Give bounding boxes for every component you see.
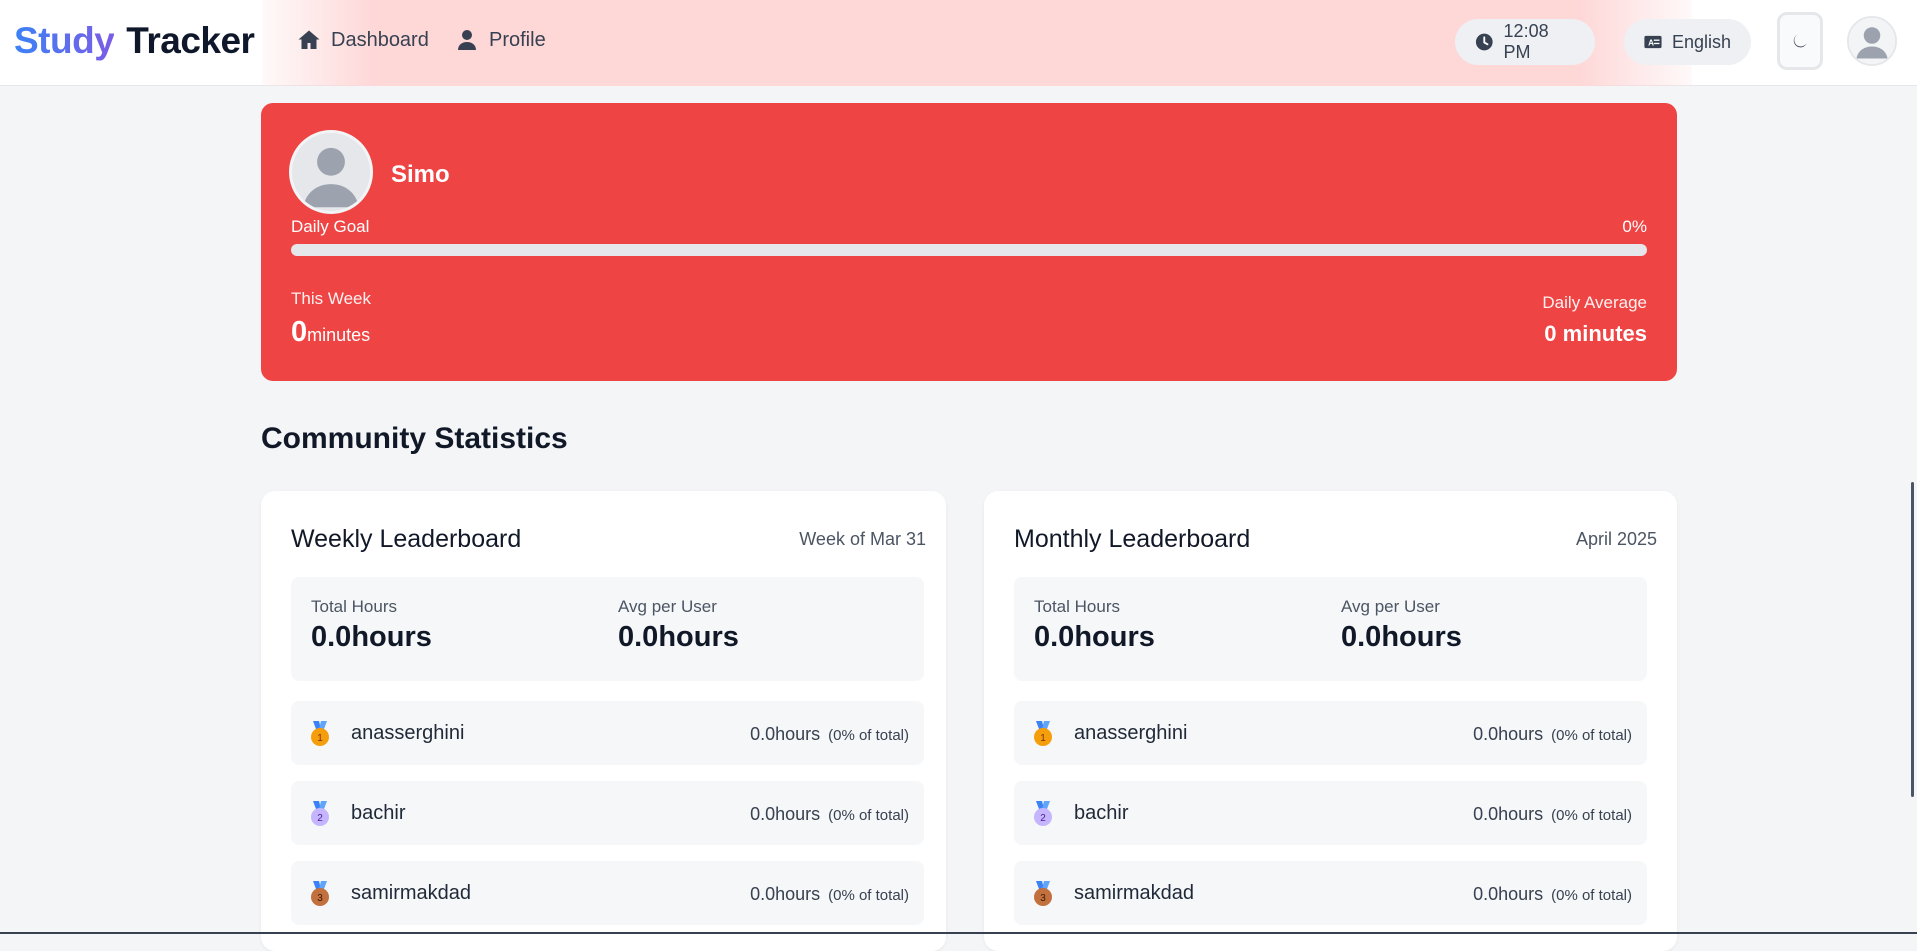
- weekly-total-label: Total Hours: [311, 597, 397, 616]
- daily-goal-progress-bar: [291, 244, 1647, 256]
- daily-average-label: Daily Average: [1542, 293, 1647, 312]
- user-icon: [458, 30, 476, 50]
- profile-summary-card: Simo Daily Goal 0% This Week 0minutes Da…: [261, 103, 1677, 381]
- page-scrollbar[interactable]: [1911, 482, 1914, 797]
- monthly-avg-per-user: Avg per User 0.0hours: [1341, 597, 1462, 654]
- this-week-unit: minutes: [307, 325, 371, 345]
- weekly-rank-1: 1: [317, 733, 323, 744]
- leaderboard-hours-value: 0.0hours: [1473, 884, 1544, 904]
- daily-average-value: 0 minutes: [1544, 321, 1647, 346]
- brand-part-study: Study: [14, 20, 115, 61]
- nav-profile-label: Profile: [489, 28, 546, 51]
- silver-medal-icon: 2: [1034, 801, 1052, 826]
- monthly-totals-panel: Total Hours 0.0hours Avg per User 0.0hou…: [1014, 577, 1647, 681]
- gold-medal-icon: 1: [1034, 721, 1052, 746]
- leaderboard-row[interactable]: 3 samirmakdad 0.0hours (0% of total): [1014, 861, 1647, 925]
- weekly-rank-3: 3: [317, 893, 323, 904]
- language-label: English: [1671, 31, 1731, 52]
- leaderboard-username: anasserghini: [351, 722, 465, 744]
- weekly-total-hours: Total Hours 0.0hours: [311, 597, 432, 654]
- this-week-number: 0: [291, 316, 308, 348]
- weekly-leaderboard-title: Weekly Leaderboard: [291, 525, 522, 553]
- profile-avatar-icon: [292, 133, 370, 211]
- leaderboard-row[interactable]: 2 bachir 0.0hours (0% of total): [291, 781, 924, 845]
- leaderboard-username: bachir: [351, 802, 406, 824]
- monthly-total-value: 0.0hours: [1034, 621, 1155, 653]
- leaderboard-row[interactable]: 3 samirmakdad 0.0hours (0% of total): [291, 861, 924, 925]
- daily-goal-label: Daily Goal: [291, 217, 370, 236]
- leaderboard-hours: 0.0hours (0% of total): [1473, 804, 1632, 825]
- user-avatar-button[interactable]: [1847, 16, 1897, 66]
- theme-toggle-button[interactable]: [1777, 12, 1823, 70]
- leaderboard-row[interactable]: 2 bachir 0.0hours (0% of total): [1014, 781, 1647, 845]
- this-week-value: 0minutes: [291, 316, 370, 349]
- bronze-medal-icon: 3: [1034, 881, 1052, 906]
- top-header: Study Tracker Dashboard Profile 12:08 PM …: [0, 0, 1917, 86]
- brand-logo[interactable]: Study Tracker: [14, 20, 255, 62]
- leaderboard-row[interactable]: 1 anasserghini 0.0hours (0% of total): [1014, 701, 1647, 765]
- weekly-totals-panel: Total Hours 0.0hours Avg per User 0.0hou…: [291, 577, 924, 681]
- language-icon: A: [1644, 35, 1662, 49]
- profile-name: Simo: [391, 161, 450, 188]
- leaderboard-username: samirmakdad: [1074, 882, 1195, 904]
- leaderboard-hours: 0.0hours (0% of total): [1473, 884, 1632, 905]
- monthly-total-label: Total Hours: [1034, 597, 1120, 616]
- leaderboard-username: anasserghini: [1074, 722, 1188, 744]
- moon-icon: [1793, 34, 1807, 48]
- nav-dashboard[interactable]: Dashboard: [297, 28, 429, 52]
- leaderboard-row[interactable]: 1 anasserghini 0.0hours (0% of total): [291, 701, 924, 765]
- leaderboard-hours: 0.0hours (0% of total): [750, 724, 909, 745]
- monthly-leaderboard: Monthly Leaderboard April 2025 Total Hou…: [984, 491, 1677, 951]
- weekly-total-value: 0.0hours: [311, 621, 432, 653]
- brand-part-tracker: Tracker: [126, 20, 255, 61]
- current-time: 12:08 PM: [1503, 21, 1549, 62]
- nav-profile[interactable]: Profile: [455, 28, 546, 52]
- leaderboard-percent: (0% of total): [828, 887, 909, 904]
- nav-dashboard-label: Dashboard: [331, 28, 429, 51]
- clock-icon: [1475, 33, 1493, 51]
- clock-display: 12:08 PM: [1455, 19, 1595, 65]
- leaderboard-username: bachir: [1074, 802, 1129, 824]
- leaderboard-username: samirmakdad: [351, 882, 472, 904]
- monthly-period: April 2025: [1575, 529, 1657, 549]
- monthly-leaderboard-title: Monthly Leaderboard: [1014, 525, 1251, 553]
- weekly-avg-value: 0.0hours: [618, 621, 739, 653]
- weekly-avg-per-user: Avg per User 0.0hours: [618, 597, 739, 654]
- leaderboard-percent: (0% of total): [1551, 807, 1632, 824]
- user-avatar-icon: [1849, 18, 1895, 64]
- this-week-label: This Week: [291, 289, 371, 308]
- monthly-avg-label: Avg per User: [1341, 597, 1440, 616]
- leaderboard-hours-value: 0.0hours: [1473, 724, 1544, 744]
- leaderboard-hours-value: 0.0hours: [750, 724, 821, 744]
- leaderboard-hours-value: 0.0hours: [1473, 804, 1544, 824]
- weekly-avg-label: Avg per User: [618, 597, 717, 616]
- monthly-total-hours: Total Hours 0.0hours: [1034, 597, 1155, 654]
- leaderboard-percent: (0% of total): [828, 807, 909, 824]
- gold-medal-icon: 1: [311, 721, 329, 746]
- section-title: Community Statistics: [261, 422, 568, 455]
- leaderboard-hours: 0.0hours (0% of total): [1473, 724, 1632, 745]
- monthly-avg-value: 0.0hours: [1341, 621, 1462, 653]
- monthly-rank-3: 3: [1040, 893, 1046, 904]
- leaderboard-hours: 0.0hours (0% of total): [750, 804, 909, 825]
- profile-avatar: [289, 130, 373, 214]
- bronze-medal-icon: 3: [311, 881, 329, 906]
- monthly-rank-2: 2: [1040, 813, 1046, 824]
- monthly-rank-1: 1: [1040, 733, 1046, 744]
- leaderboard-hours: 0.0hours (0% of total): [750, 884, 909, 905]
- home-icon: [298, 30, 320, 49]
- language-selector[interactable]: A English: [1624, 19, 1751, 65]
- silver-medal-icon: 2: [311, 801, 329, 826]
- leaderboard-hours-value: 0.0hours: [750, 804, 821, 824]
- weekly-period: Week of Mar 31: [799, 529, 926, 549]
- leaderboard-percent: (0% of total): [1551, 887, 1632, 904]
- svg-text:A: A: [1648, 38, 1654, 47]
- leaderboard-percent: (0% of total): [1551, 727, 1632, 744]
- daily-goal-percent: 0%: [1622, 217, 1647, 236]
- weekly-rank-2: 2: [317, 813, 323, 824]
- leaderboard-percent: (0% of total): [828, 727, 909, 744]
- leaderboard-hours-value: 0.0hours: [750, 884, 821, 904]
- weekly-leaderboard: Weekly Leaderboard Week of Mar 31 Total …: [261, 491, 946, 951]
